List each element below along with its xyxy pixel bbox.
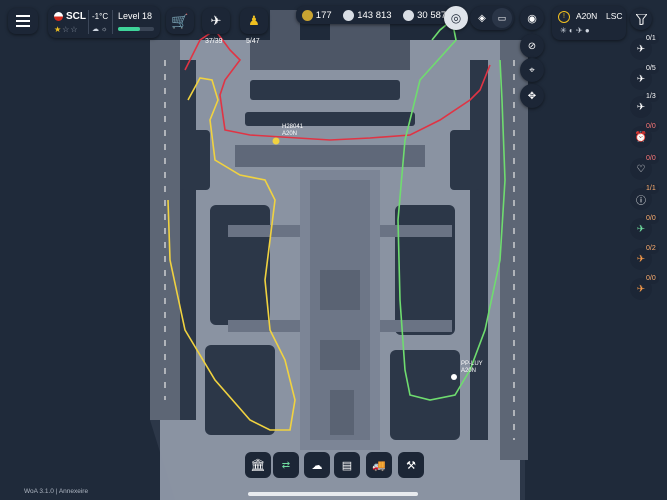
info-icon: ⓘ bbox=[636, 195, 646, 207]
sidebar-count: 0/0 bbox=[643, 274, 659, 284]
sidebar-count: 0/1 bbox=[643, 34, 659, 44]
aircraft-label-1[interactable]: H28041 A20N bbox=[282, 124, 303, 138]
xp-value: 30 587 bbox=[417, 9, 447, 21]
coins-counter: 177 bbox=[301, 9, 332, 21]
staff-button[interactable]: ♟ bbox=[240, 8, 268, 34]
runway-code: A20N bbox=[576, 11, 598, 21]
staff-count: 5/47 bbox=[246, 38, 260, 45]
sidebar-count: 0/0 bbox=[643, 154, 659, 164]
star-empty-icon: ☆ bbox=[70, 25, 79, 34]
taxi-icon: ⇄ bbox=[281, 459, 291, 471]
plane-orange-icon: ✈ bbox=[636, 253, 646, 265]
dock-schedule-button[interactable]: ▤ bbox=[334, 452, 360, 478]
weather-icon: ☁ bbox=[311, 459, 323, 472]
dock-service-button[interactable]: 🚚 bbox=[366, 452, 392, 478]
temperature: -1°C bbox=[92, 12, 109, 21]
shop-button[interactable]: 🛒 bbox=[166, 8, 194, 34]
coin-icon bbox=[301, 9, 313, 21]
sidebar-count: 0/0 bbox=[643, 122, 659, 132]
star-filled-icon: ★ bbox=[54, 25, 63, 34]
hide-icon: ⊘ bbox=[527, 40, 537, 52]
compass-button[interactable]: ✥ bbox=[520, 84, 544, 108]
sidebar-count: 1/3 bbox=[643, 92, 659, 102]
weather-status-icons: ✳ ◐ ✈ ● bbox=[560, 26, 590, 35]
sidebar-count: 1/1 bbox=[643, 184, 659, 194]
airport-info-panel[interactable]: SCL ★☆☆ -1°C ☁ ☼ Level 18 bbox=[48, 6, 160, 38]
chile-flag-icon bbox=[54, 12, 63, 21]
gates-button[interactable]: ✈ bbox=[202, 8, 230, 34]
money-value: 143 813 bbox=[357, 9, 392, 21]
weather-panel[interactable]: ! A20N LSC ✳ ◐ ✈ ● bbox=[552, 6, 626, 40]
radar-icon: ◎ bbox=[450, 11, 462, 25]
focus-button[interactable]: ⌖ bbox=[520, 58, 544, 82]
level-label: Level 18 bbox=[118, 11, 153, 21]
departures-icon: ✈ bbox=[636, 73, 646, 85]
dock-tools-button[interactable]: ⚒ bbox=[398, 452, 424, 478]
arrivals-icon: ✈ bbox=[636, 43, 646, 55]
coins-value: 177 bbox=[315, 9, 332, 21]
schedule-icon: ▤ bbox=[341, 459, 353, 472]
sidebar-count: 0/2 bbox=[643, 244, 659, 254]
xp-icon bbox=[403, 9, 415, 21]
hide-button[interactable]: ⊘ bbox=[520, 34, 544, 58]
money-icon bbox=[343, 9, 355, 21]
home-indicator bbox=[248, 492, 418, 496]
person-icon: ♟ bbox=[248, 13, 260, 28]
plane-icon: ✈ bbox=[210, 13, 222, 28]
weather-icons: ☁ ☼ bbox=[92, 26, 108, 33]
dock-build-button[interactable]: 🏛 bbox=[245, 452, 271, 478]
plane-green-icon: ✈ bbox=[636, 223, 646, 235]
aircraft-type: A20N bbox=[282, 131, 298, 137]
airport-map[interactable] bbox=[0, 0, 667, 500]
camera-icon: ▭ bbox=[497, 12, 507, 23]
layers-button[interactable]: ◈ bbox=[472, 8, 492, 28]
star-rating: ★☆☆ bbox=[54, 25, 79, 34]
tools-icon: ⚒ bbox=[406, 459, 416, 472]
aircraft-callsign: PP-LUY bbox=[461, 361, 483, 367]
version-label: WoA 3.1.0 | Annexeire bbox=[24, 488, 89, 495]
camera-button[interactable]: ▭ bbox=[492, 8, 512, 28]
service-icon: 🚚 bbox=[372, 459, 386, 472]
aircraft-label-2[interactable]: PP-LUY A20N bbox=[461, 361, 483, 375]
radar-button[interactable]: ◎ bbox=[444, 6, 468, 30]
layers-icon: ◈ bbox=[478, 12, 486, 24]
gates-count: 37/39 bbox=[205, 38, 223, 45]
aircraft-marker-1[interactable] bbox=[272, 137, 280, 145]
dock-weather-button[interactable]: ☁ bbox=[304, 452, 330, 478]
sidebar-count: 0/0 bbox=[643, 214, 659, 224]
level-progress-bar bbox=[118, 27, 154, 31]
menu-button[interactable] bbox=[8, 8, 38, 34]
aircraft-type: A20N bbox=[461, 368, 477, 374]
alarm-icon: ⏰ bbox=[634, 131, 648, 143]
plane-orange-icon-2: ✈ bbox=[636, 283, 646, 295]
building-icon: 🏛 bbox=[250, 458, 266, 472]
eye-button[interactable]: ◉ bbox=[520, 6, 544, 30]
dock-taxi-button[interactable]: ⇄ bbox=[273, 452, 299, 478]
sidebar-count: 0/5 bbox=[643, 64, 659, 74]
menu-icon bbox=[16, 15, 30, 27]
cart-icon: 🛒 bbox=[171, 12, 189, 29]
money-counter: 143 813 bbox=[343, 9, 392, 21]
focus-icon: ⌖ bbox=[529, 64, 535, 76]
filter-button[interactable] bbox=[630, 8, 652, 30]
filter-icon bbox=[635, 13, 647, 25]
airport-code-small: LSC bbox=[606, 11, 623, 21]
warning-icon: ! bbox=[558, 11, 570, 23]
aircraft-callsign: H28041 bbox=[282, 124, 304, 130]
xp-counter: 30 587 bbox=[403, 9, 447, 21]
eye-icon: ◉ bbox=[527, 12, 537, 25]
compass-icon: ✥ bbox=[527, 90, 537, 102]
airport-code: SCL bbox=[66, 11, 86, 22]
landing-icon: ✈ bbox=[636, 101, 646, 113]
aircraft-marker-2[interactable] bbox=[451, 374, 457, 380]
heart-icon: ♡ bbox=[636, 163, 646, 175]
view-toggle-group: ◈ ▭ bbox=[470, 6, 514, 30]
currency-bar: 177 143 813 30 587 bbox=[296, 6, 452, 24]
